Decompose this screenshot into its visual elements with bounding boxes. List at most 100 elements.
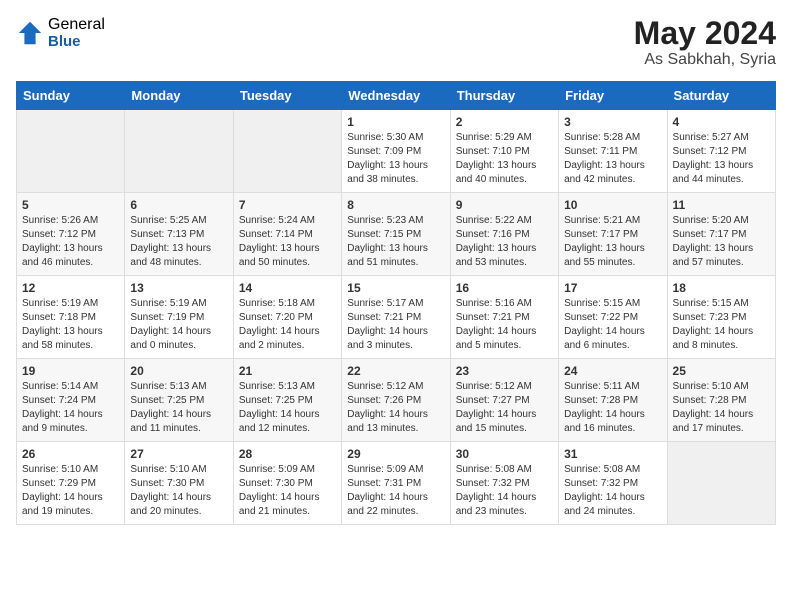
day-number: 21 [239,364,336,378]
day-number: 1 [347,115,444,129]
calendar-cell: 26 Sunrise: 5:10 AMSunset: 7:29 PMDayligh… [17,442,125,525]
day-number: 9 [456,198,553,212]
calendar-cell: 30 Sunrise: 5:08 AMSunset: 7:32 PMDayligh… [450,442,558,525]
cell-info: Sunrise: 5:16 AMSunset: 7:21 PMDaylight:… [456,297,553,353]
cell-info: Sunrise: 5:10 AMSunset: 7:29 PMDaylight:… [22,463,119,519]
calendar-cell: 14Sunrise: 5:18 AMSunset: 7:20 PMDayligh… [233,276,341,359]
cell-info: Sunrise: 5:26 AMSunset: 7:12 PMDaylight:… [22,214,119,270]
day-number: 31 [564,447,661,461]
cell-info: Sunrise: 5:21 AMSunset: 7:17 PMDaylight:… [564,214,661,270]
calendar-cell: 2 Sunrise: 5:29 AMSunset: 7:10 PMDaylight… [450,110,558,193]
calendar-cell: 13Sunrise: 5:19 AMSunset: 7:19 PMDayligh… [125,276,233,359]
cell-info: Sunrise: 5:09 AMSunset: 7:30 PMDaylight:… [239,463,336,519]
calendar-week-row: 5 Sunrise: 5:26 AMSunset: 7:12 PMDaylight… [17,193,776,276]
calendar-cell: 3 Sunrise: 5:28 AMSunset: 7:11 PMDaylight… [559,110,667,193]
day-number: 27 [130,447,227,461]
logo-text: General Blue [48,16,105,50]
calendar-cell [667,442,775,525]
cell-info: Sunrise: 5:22 AMSunset: 7:16 PMDaylight:… [456,214,553,270]
calendar-cell: 4 Sunrise: 5:27 AMSunset: 7:12 PMDaylight… [667,110,775,193]
day-number: 20 [130,364,227,378]
calendar-cell: 20 Sunrise: 5:13 AMSunset: 7:25 PMDayligh… [125,359,233,442]
calendar-cell: 22Sunrise: 5:12 AMSunset: 7:26 PMDayligh… [342,359,450,442]
calendar-cell: 21 Sunrise: 5:13 AMSunset: 7:25 PMDayligh… [233,359,341,442]
calendar-cell: 6 Sunrise: 5:25 AMSunset: 7:13 PMDaylight… [125,193,233,276]
calendar-cell: 8Sunrise: 5:23 AMSunset: 7:15 PMDaylight… [342,193,450,276]
calendar-cell: 24 Sunrise: 5:11 AMSunset: 7:28 PMDayligh… [559,359,667,442]
cell-info: Sunrise: 5:12 AMSunset: 7:27 PMDaylight:… [456,380,553,436]
day-number: 17 [564,281,661,295]
day-number: 29 [347,447,444,461]
day-number: 10 [564,198,661,212]
weekday-header: Tuesday [233,82,341,110]
calendar-cell [233,110,341,193]
calendar-cell: 12Sunrise: 5:19 AMSunset: 7:18 PMDayligh… [17,276,125,359]
logo-general: General [48,16,105,34]
calendar-cell [125,110,233,193]
calendar-cell: 25 Sunrise: 5:10 AMSunset: 7:28 PMDayligh… [667,359,775,442]
calendar-cell: 18 Sunrise: 5:15 AMSunset: 7:23 PMDayligh… [667,276,775,359]
cell-info: Sunrise: 5:13 AMSunset: 7:25 PMDaylight:… [239,380,336,436]
cell-info: Sunrise: 5:08 AMSunset: 7:32 PMDaylight:… [564,463,661,519]
location: As Sabkhah, Syria [634,51,776,69]
day-number: 30 [456,447,553,461]
weekday-header: Thursday [450,82,558,110]
calendar-cell: 9 Sunrise: 5:22 AMSunset: 7:16 PMDaylight… [450,193,558,276]
day-number: 28 [239,447,336,461]
calendar-cell: 31 Sunrise: 5:08 AMSunset: 7:32 PMDayligh… [559,442,667,525]
calendar-cell: 29Sunrise: 5:09 AMSunset: 7:31 PMDayligh… [342,442,450,525]
logo-blue: Blue [48,34,105,51]
calendar-cell: 16 Sunrise: 5:16 AMSunset: 7:21 PMDayligh… [450,276,558,359]
day-number: 6 [130,198,227,212]
weekday-header: Saturday [667,82,775,110]
cell-info: Sunrise: 5:20 AMSunset: 7:17 PMDaylight:… [673,214,770,270]
calendar-cell: 5 Sunrise: 5:26 AMSunset: 7:12 PMDaylight… [17,193,125,276]
day-number: 16 [456,281,553,295]
cell-info: Sunrise: 5:18 AMSunset: 7:20 PMDaylight:… [239,297,336,353]
cell-info: Sunrise: 5:13 AMSunset: 7:25 PMDaylight:… [130,380,227,436]
calendar-week-row: 12Sunrise: 5:19 AMSunset: 7:18 PMDayligh… [17,276,776,359]
day-number: 2 [456,115,553,129]
calendar-cell: 11 Sunrise: 5:20 AMSunset: 7:17 PMDayligh… [667,193,775,276]
calendar-cell: 17Sunrise: 5:15 AMSunset: 7:22 PMDayligh… [559,276,667,359]
calendar-cell: 23Sunrise: 5:12 AMSunset: 7:27 PMDayligh… [450,359,558,442]
weekday-header: Monday [125,82,233,110]
title-block: May 2024 As Sabkhah, Syria [634,16,776,69]
logo-icon [16,19,44,47]
weekday-header: Wednesday [342,82,450,110]
day-number: 4 [673,115,770,129]
cell-info: Sunrise: 5:11 AMSunset: 7:28 PMDaylight:… [564,380,661,436]
calendar-cell: 28 Sunrise: 5:09 AMSunset: 7:30 PMDayligh… [233,442,341,525]
weekday-header: Sunday [17,82,125,110]
page-header: General Blue May 2024 As Sabkhah, Syria [16,16,776,69]
day-number: 12 [22,281,119,295]
cell-info: Sunrise: 5:27 AMSunset: 7:12 PMDaylight:… [673,131,770,187]
cell-info: Sunrise: 5:10 AMSunset: 7:30 PMDaylight:… [130,463,227,519]
cell-info: Sunrise: 5:28 AMSunset: 7:11 PMDaylight:… [564,131,661,187]
cell-info: Sunrise: 5:08 AMSunset: 7:32 PMDaylight:… [456,463,553,519]
day-number: 15 [347,281,444,295]
cell-info: Sunrise: 5:10 AMSunset: 7:28 PMDaylight:… [673,380,770,436]
day-number: 26 [22,447,119,461]
calendar-cell: 19Sunrise: 5:14 AMSunset: 7:24 PMDayligh… [17,359,125,442]
calendar-cell [17,110,125,193]
cell-info: Sunrise: 5:17 AMSunset: 7:21 PMDaylight:… [347,297,444,353]
calendar-cell: 15 Sunrise: 5:17 AMSunset: 7:21 PMDayligh… [342,276,450,359]
day-number: 25 [673,364,770,378]
day-number: 3 [564,115,661,129]
cell-info: Sunrise: 5:25 AMSunset: 7:13 PMDaylight:… [130,214,227,270]
calendar-header-row: SundayMondayTuesdayWednesdayThursdayFrid… [17,82,776,110]
cell-info: Sunrise: 5:14 AMSunset: 7:24 PMDaylight:… [22,380,119,436]
cell-info: Sunrise: 5:30 AMSunset: 7:09 PMDaylight:… [347,131,444,187]
day-number: 24 [564,364,661,378]
calendar-cell: 7Sunrise: 5:24 AMSunset: 7:14 PMDaylight… [233,193,341,276]
cell-info: Sunrise: 5:15 AMSunset: 7:23 PMDaylight:… [673,297,770,353]
calendar-cell: 10 Sunrise: 5:21 AMSunset: 7:17 PMDayligh… [559,193,667,276]
day-number: 11 [673,198,770,212]
day-number: 5 [22,198,119,212]
cell-info: Sunrise: 5:29 AMSunset: 7:10 PMDaylight:… [456,131,553,187]
day-number: 18 [673,281,770,295]
day-number: 7 [239,198,336,212]
calendar-cell: 27 Sunrise: 5:10 AMSunset: 7:30 PMDayligh… [125,442,233,525]
calendar-week-row: 19Sunrise: 5:14 AMSunset: 7:24 PMDayligh… [17,359,776,442]
